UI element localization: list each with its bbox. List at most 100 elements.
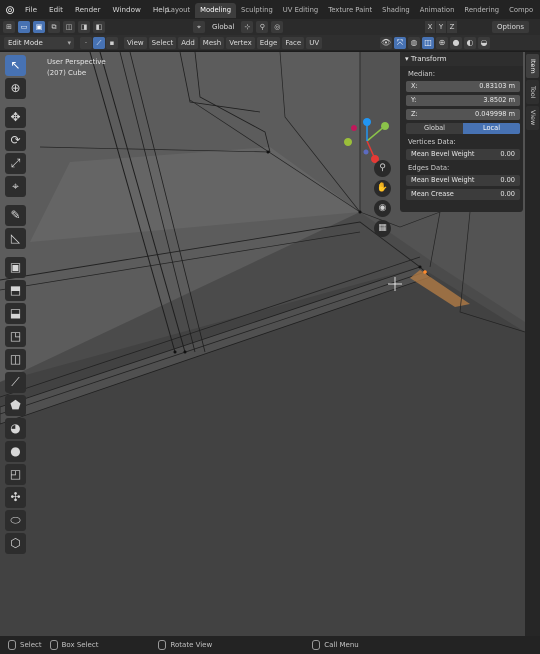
vertex-select-icon[interactable]: · (80, 36, 92, 49)
mouse-right-icon (312, 640, 321, 650)
tab-sculpting[interactable]: Sculpting (236, 3, 278, 18)
mirror-axes: X Y Z (424, 21, 457, 33)
overlay-icon[interactable]: ◍ (408, 37, 420, 49)
knife-icon[interactable]: ⟋ (5, 372, 26, 393)
grid-perspective-icon[interactable]: ▦ (374, 220, 391, 237)
select-mode-invert-icon[interactable]: ◨ (78, 21, 90, 33)
select-mode-new-icon[interactable]: ▭ (18, 21, 30, 33)
pivot-icon[interactable]: ⊹ (241, 21, 254, 33)
spin-icon[interactable]: ◕ (5, 418, 26, 439)
z-field[interactable]: Z: 0.049998 m (406, 109, 520, 120)
add-cube-icon[interactable]: ▣ (5, 257, 26, 278)
median-label: Median: (408, 70, 436, 78)
menu-render[interactable]: Render (69, 5, 107, 14)
menu-mesh[interactable]: Mesh (199, 36, 225, 49)
poly-build-icon[interactable]: ⬟ (5, 395, 26, 416)
menu-edge[interactable]: Edge (256, 36, 281, 49)
material-shading-icon[interactable]: ◐ (464, 37, 476, 49)
space-toggle: Global Local (406, 123, 520, 134)
tab-animation[interactable]: Animation (415, 3, 460, 18)
top-menu-bar: ⊚ File Edit Render Window Help Layout Mo… (0, 0, 540, 19)
edges-data-label: Edges Data: (408, 164, 450, 172)
rip-icon[interactable]: ⬡ (5, 533, 26, 554)
status-box-select: Box Select (49, 640, 98, 650)
selection-mode-group: · ⟋ ▪ (80, 36, 119, 49)
select-mode-subtract-icon[interactable]: ◫ (63, 21, 75, 33)
tab-texture-paint[interactable]: Texture Paint (323, 3, 377, 18)
orientation-select[interactable]: Global (208, 21, 239, 33)
scale-icon[interactable]: ⤢ (5, 153, 26, 174)
extrude-icon[interactable]: ⬒ (5, 280, 26, 301)
viewport-menus: View Select Add Mesh Vertex Edge Face UV (124, 36, 324, 49)
annotate-icon[interactable]: ✎ (5, 205, 26, 226)
mirror-x[interactable]: X (425, 21, 435, 33)
snap-icon[interactable]: ⚲ (256, 21, 269, 33)
orientation-icon[interactable]: ⌖ (193, 21, 205, 33)
tab-rendering[interactable]: Rendering (459, 3, 504, 18)
cursor-icon[interactable]: ⊕ (5, 78, 26, 99)
menu-add[interactable]: Add (178, 36, 198, 49)
viewport-info: User Perspective (207) Cube (47, 57, 106, 79)
menu-file[interactable]: File (19, 5, 43, 14)
menu-window[interactable]: Window (107, 5, 147, 14)
tab-tool[interactable]: Tool (526, 80, 539, 104)
mouse-middle-icon (158, 640, 167, 650)
vertex-bevel-weight-field[interactable]: Mean Bevel Weight 0.00 (406, 149, 520, 160)
editor-type-icon[interactable]: ⊞ (3, 21, 15, 33)
global-toggle[interactable]: Global (406, 123, 463, 134)
x-field[interactable]: X: 0.83103 m (406, 81, 520, 92)
select-mode-set-icon[interactable]: ▣ (33, 21, 45, 33)
face-select-icon[interactable]: ▪ (106, 36, 118, 49)
gizmo-icon[interactable]: ⤧ (394, 37, 406, 49)
edge-bevel-weight-field[interactable]: Mean Bevel Weight 0.00 (406, 175, 520, 186)
camera-icon[interactable]: ◉ (374, 200, 391, 217)
tab-item[interactable]: Item (526, 54, 539, 78)
mirror-y[interactable]: Y (436, 21, 446, 33)
blender-logo-icon[interactable]: ⊚ (5, 3, 19, 17)
shrink-fatten-icon[interactable]: ✣ (5, 487, 26, 508)
transform-icon[interactable]: ⌖ (5, 176, 26, 197)
pan-icon[interactable]: ✋ (374, 180, 391, 197)
rotate-icon[interactable]: ⟳ (5, 130, 26, 151)
menu-face[interactable]: Face (282, 36, 305, 49)
rendered-shading-icon[interactable]: ◒ (478, 37, 490, 49)
shear-icon[interactable]: ⬭ (5, 510, 26, 531)
select-mode-intersect-icon[interactable]: ◧ (93, 21, 105, 33)
menu-uv[interactable]: UV (306, 36, 323, 49)
visibility-icon[interactable]: 👁 (380, 37, 392, 49)
edge-select-icon[interactable]: ⟋ (93, 36, 105, 49)
options-button[interactable]: Options (492, 21, 530, 33)
navigation-buttons: ⚲ ✋ ◉ ▦ (374, 160, 392, 240)
smooth-icon[interactable]: ● (5, 441, 26, 462)
tab-compositing[interactable]: Compo (504, 3, 538, 18)
measure-icon[interactable]: ◺ (5, 228, 26, 249)
mirror-z[interactable]: Z (447, 21, 457, 33)
loop-cut-icon[interactable]: ◫ (5, 349, 26, 370)
menu-select[interactable]: Select (148, 36, 177, 49)
y-field[interactable]: Y: 3.8502 m (406, 95, 520, 106)
select-box-icon[interactable]: ↖ (5, 55, 26, 76)
tab-modeling[interactable]: Modeling (195, 3, 237, 18)
panel-title[interactable]: ▾ Transform (400, 52, 523, 66)
mode-select[interactable]: Edit Mode (4, 36, 74, 49)
tab-layout[interactable]: Layout (162, 3, 195, 18)
select-mode-extend-icon[interactable]: ⧉ (48, 21, 60, 33)
inset-icon[interactable]: ⬓ (5, 303, 26, 324)
zoom-icon[interactable]: ⚲ (374, 160, 391, 177)
xray-icon[interactable]: ◫ (422, 37, 434, 49)
wireframe-shading-icon[interactable]: ⊕ (436, 37, 448, 49)
mouse-left-icon (8, 640, 16, 650)
bevel-icon[interactable]: ◳ (5, 326, 26, 347)
edge-slide-icon[interactable]: ◰ (5, 464, 26, 485)
proportional-icon[interactable]: ◎ (271, 21, 284, 33)
local-toggle[interactable]: Local (463, 123, 520, 134)
menu-edit[interactable]: Edit (43, 5, 69, 14)
tab-shading[interactable]: Shading (377, 3, 415, 18)
move-icon[interactable]: ✥ (5, 107, 26, 128)
tab-view[interactable]: View (526, 106, 539, 130)
menu-view[interactable]: View (124, 36, 147, 49)
mean-crease-field[interactable]: Mean Crease 0.00 (406, 189, 520, 200)
menu-vertex[interactable]: Vertex (226, 36, 255, 49)
solid-shading-icon[interactable]: ● (450, 37, 462, 49)
tab-uv-editing[interactable]: UV Editing (278, 3, 323, 18)
